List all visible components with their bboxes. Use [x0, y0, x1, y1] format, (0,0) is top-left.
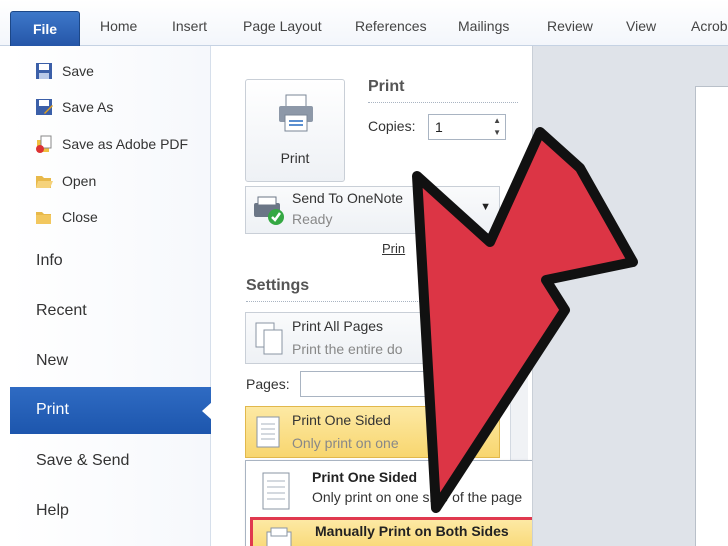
nav-save-label: Save	[62, 63, 94, 79]
option-one-sided-subtitle: Only print on one side of the page	[312, 489, 523, 505]
tab-mailings[interactable]: Mailings	[458, 18, 509, 34]
printer-ready-icon	[254, 196, 284, 225]
option-manual-both-title: Manually Print on Both Sides	[315, 523, 509, 539]
nav-open[interactable]: Open	[34, 168, 96, 194]
printer-dropdown[interactable]: Send To OneNote Ready ▼	[245, 186, 500, 234]
settings-divider	[246, 301, 506, 302]
printer-status: Ready	[292, 211, 333, 227]
nav-save-pdf[interactable]: Save as Adobe PDF	[34, 131, 188, 157]
nav-save-pdf-label: Save as Adobe PDF	[62, 136, 189, 152]
settings-title: Settings	[246, 277, 310, 294]
nav-item-print[interactable]: Print	[10, 387, 212, 434]
nav-save-as-label: Save As	[62, 99, 114, 115]
print-button[interactable]: Print	[245, 79, 345, 182]
print-range-subtitle: Print the entire do	[292, 341, 403, 357]
printer-name: Send To OneNote	[292, 190, 404, 206]
print-preview-pane	[532, 46, 728, 546]
print-button-label: Print	[280, 150, 310, 166]
save-icon	[36, 63, 52, 79]
nav-save-as[interactable]: Save As	[34, 94, 113, 120]
tab-acrobat[interactable]: Acrob	[691, 18, 728, 34]
tab-home[interactable]: Home	[100, 18, 137, 34]
pages-icon	[255, 322, 283, 355]
tab-view[interactable]: View	[626, 18, 656, 34]
tab-references[interactable]: References	[355, 18, 427, 34]
option-one-sided-title: Print One Sided	[312, 469, 418, 485]
pdf-icon	[36, 135, 52, 153]
printer-properties-link[interactable]: Prin	[382, 241, 405, 256]
sided-subtitle: Only print on one	[292, 435, 399, 451]
preview-page	[695, 86, 728, 546]
print-divider	[368, 102, 518, 103]
nav-item-new[interactable]: New	[36, 352, 68, 370]
save-as-icon	[36, 99, 53, 115]
nav-close-label: Close	[62, 209, 98, 225]
nav-item-print-label: Print	[36, 401, 69, 418]
pages-label: Pages:	[246, 376, 290, 392]
tab-insert[interactable]: Insert	[172, 18, 207, 34]
nav-item-recent[interactable]: Recent	[36, 302, 87, 320]
nav-close[interactable]: Close	[34, 204, 98, 230]
print-section-title: Print	[368, 78, 405, 95]
tab-page-layout[interactable]: Page Layout	[243, 18, 322, 34]
folder-close-icon	[36, 212, 51, 224]
one-sided-page-icon	[262, 472, 290, 510]
tab-review[interactable]: Review	[547, 18, 593, 34]
tab-file[interactable]: File	[10, 11, 80, 46]
copies-label: Copies:	[368, 118, 416, 134]
spin-up-icon[interactable]: ▲	[493, 116, 501, 125]
manual-duplex-icon	[266, 527, 292, 546]
sided-title: Print One Sided	[292, 412, 391, 428]
one-sided-icon	[256, 416, 280, 448]
pages-input[interactable]	[300, 371, 500, 397]
print-range-title: Print All Pages	[292, 318, 384, 334]
sided-dropdown[interactable]: Print One Sided Only print on one	[245, 406, 500, 458]
nav-open-label: Open	[62, 173, 97, 189]
nav-item-save-send[interactable]: Save & Send	[36, 452, 129, 470]
copies-value: 1	[435, 119, 443, 135]
nav-save[interactable]: Save	[34, 58, 94, 84]
backstage-nav: Save Save As Save as Adobe PDF Open Clos…	[10, 46, 212, 546]
print-range-dropdown[interactable]: Print All Pages Print the entire do	[245, 312, 500, 364]
nav-item-info[interactable]: Info	[36, 252, 63, 270]
spin-down-icon[interactable]: ▼	[493, 128, 501, 137]
ribbon-tab-bar: File Home Insert Page Layout References …	[0, 0, 728, 46]
nav-item-help[interactable]: Help	[36, 502, 69, 520]
folder-open-icon	[36, 176, 53, 188]
settings-scrollbar[interactable]	[510, 300, 528, 460]
chevron-down-icon: ▼	[480, 201, 491, 213]
printer-icon	[279, 94, 313, 132]
copies-stepper[interactable]: 1 ▲ ▼	[428, 114, 506, 140]
